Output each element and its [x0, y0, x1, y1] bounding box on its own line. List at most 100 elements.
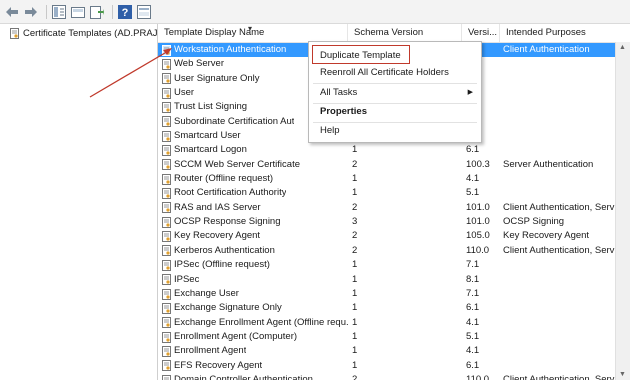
template-name-cell: Router (Offline request) [162, 172, 348, 186]
table-row[interactable]: Key Recovery Agent 2 105.0 Key Recovery Age… [158, 229, 630, 243]
template-name-cell: Enrollment Agent [162, 344, 348, 358]
certificate-template-icon [162, 188, 171, 200]
template-name-cell: EFS Recovery Agent [162, 359, 348, 373]
certificate-template-icon [162, 259, 171, 271]
menu-item-label: Help [320, 125, 340, 136]
certificate-template-icon [162, 102, 171, 114]
console-tree-icon[interactable] [51, 4, 67, 20]
menu-item-help[interactable]: Help [309, 123, 481, 139]
table-row[interactable]: Exchange User 1 7.1 [158, 287, 630, 301]
template-name: User [174, 87, 195, 99]
intended-purposes-cell [503, 287, 630, 301]
menu-item-reenroll-all[interactable]: Reenroll All Certificate Holders [309, 65, 481, 81]
intended-purposes-cell [503, 344, 630, 358]
table-row[interactable]: Domain Controller Authentication 2 110.0 Cl… [158, 373, 630, 380]
table-row[interactable]: RAS and IAS Server 2 101.0 Client Authentic… [158, 201, 630, 215]
version-cell: 101.0 [466, 201, 490, 213]
help-icon[interactable]: ? [117, 4, 133, 20]
tree-item-certificate-templates[interactable]: Certificate Templates (AD.PRAJW [0, 25, 157, 41]
intended-purposes-cell: Client Authentication, Serv [503, 373, 615, 380]
console-tree: Certificate Templates (AD.PRAJW [0, 24, 158, 380]
template-name: Subordinate Certification Aut [174, 115, 295, 127]
tree-item-label: Certificate Templates (AD.PRAJW [23, 27, 157, 39]
certificate-template-icon [162, 145, 171, 157]
show-hide-icon[interactable] [70, 4, 86, 20]
intended-purposes-cell [503, 100, 630, 114]
table-row[interactable]: Root Certification Authority 1 5.1 [158, 186, 630, 200]
table-row[interactable]: Exchange Signature Only 1 6.1 [158, 301, 630, 315]
table-row[interactable]: Enrollment Agent 1 4.1 [158, 344, 630, 358]
table-row[interactable]: SCCM Web Server Certificate 2 100.3 Server … [158, 158, 630, 172]
column-header-label: Schema Version [354, 27, 424, 38]
properties-icon[interactable] [136, 4, 152, 20]
schema-version-cell: 1 [352, 187, 358, 199]
intended-purposes-cell: Client Authentication, Serv [503, 244, 615, 256]
column-header-purposes[interactable]: Intended Purposes [500, 24, 630, 42]
certificate-template-icon [162, 44, 171, 56]
version-cell: 7.1 [466, 259, 480, 271]
column-header-name[interactable]: Template Display Name ▾ [158, 24, 348, 42]
column-header-version[interactable]: Versi... [462, 24, 500, 42]
template-name-cell: Exchange Signature Only [162, 301, 348, 315]
template-name: Web Server [174, 58, 224, 70]
template-name: Exchange Signature Only [174, 302, 282, 314]
template-name: Exchange User [174, 287, 239, 299]
version-cell: 5.1 [466, 330, 480, 342]
intended-purposes-cell: Client Authentication, Serv [503, 201, 615, 213]
certificate-templates-icon [10, 27, 19, 39]
template-name-cell: Domain Controller Authentication [162, 373, 348, 380]
schema-version-cell: 1 [352, 173, 358, 185]
table-row[interactable]: Kerberos Authentication 2 110.0 Client Auth… [158, 244, 630, 258]
template-name: Enrollment Agent [174, 345, 247, 357]
certificate-template-icon [162, 317, 171, 329]
certificate-template-icon [162, 159, 171, 171]
template-name: IPSec (Offline request) [174, 259, 270, 271]
menu-item-all-tasks[interactable]: All Tasks ▶ [309, 85, 481, 101]
schema-version-cell: 2 [352, 158, 358, 170]
column-header-schema[interactable]: Schema Version [348, 24, 462, 42]
scroll-down-icon[interactable]: ▼ [619, 371, 626, 378]
menu-separator [313, 83, 477, 84]
schema-version-cell: 1 [352, 259, 358, 271]
certificate-template-icon [162, 87, 171, 99]
schema-version-cell: 2 [352, 201, 358, 213]
forward-arrow-icon[interactable] [23, 4, 39, 20]
table-row[interactable]: OCSP Response Signing 3 101.0 OCSP Signing [158, 215, 630, 229]
template-name: OCSP Response Signing [174, 216, 281, 228]
schema-version-cell: 2 [352, 373, 358, 380]
version-cell: 101.0 [466, 216, 490, 228]
certificate-template-icon [162, 331, 171, 343]
template-name: Key Recovery Agent [174, 230, 261, 242]
intended-purposes-cell [503, 115, 630, 129]
scroll-up-icon[interactable]: ▲ [619, 44, 626, 51]
back-arrow-icon[interactable] [4, 4, 20, 20]
intended-purposes-cell [503, 359, 630, 373]
template-name: Smartcard Logon [174, 144, 247, 156]
certificate-template-icon [162, 59, 171, 71]
table-row[interactable]: Enrollment Agent (Computer) 1 5.1 [158, 330, 630, 344]
table-row[interactable]: Exchange Enrollment Agent (Offline requ.… [158, 316, 630, 330]
template-name: Exchange Enrollment Agent (Offline requ.… [174, 316, 348, 328]
certificate-template-icon [162, 274, 171, 286]
template-name-cell: Root Certification Authority [162, 186, 348, 200]
vertical-scrollbar[interactable]: ▲ ▼ [615, 42, 630, 380]
table-row[interactable]: IPSec 1 8.1 [158, 273, 630, 287]
export-list-icon[interactable] [89, 4, 105, 20]
table-row[interactable]: IPSec (Offline request) 1 7.1 [158, 258, 630, 272]
table-row[interactable]: Smartcard Logon 1 6.1 [158, 143, 630, 157]
table-row[interactable]: Router (Offline request) 1 4.1 [158, 172, 630, 186]
schema-version-cell: 1 [352, 345, 358, 357]
template-name-cell: Kerberos Authentication [162, 244, 348, 258]
menu-item-label: All Tasks [320, 87, 358, 98]
template-name-cell: Key Recovery Agent [162, 229, 348, 243]
menu-item-properties[interactable]: Properties [309, 104, 481, 120]
template-name: User Signature Only [174, 72, 260, 84]
toolbar-separator [46, 4, 47, 19]
template-name: Enrollment Agent (Computer) [174, 330, 298, 342]
version-cell: 105.0 [466, 230, 490, 242]
version-cell: 7.1 [466, 287, 480, 299]
template-name-cell: Smartcard Logon [162, 143, 348, 157]
certificate-template-icon [162, 231, 171, 243]
table-row[interactable]: EFS Recovery Agent 1 6.1 [158, 359, 630, 373]
certificate-template-icon [162, 216, 171, 228]
